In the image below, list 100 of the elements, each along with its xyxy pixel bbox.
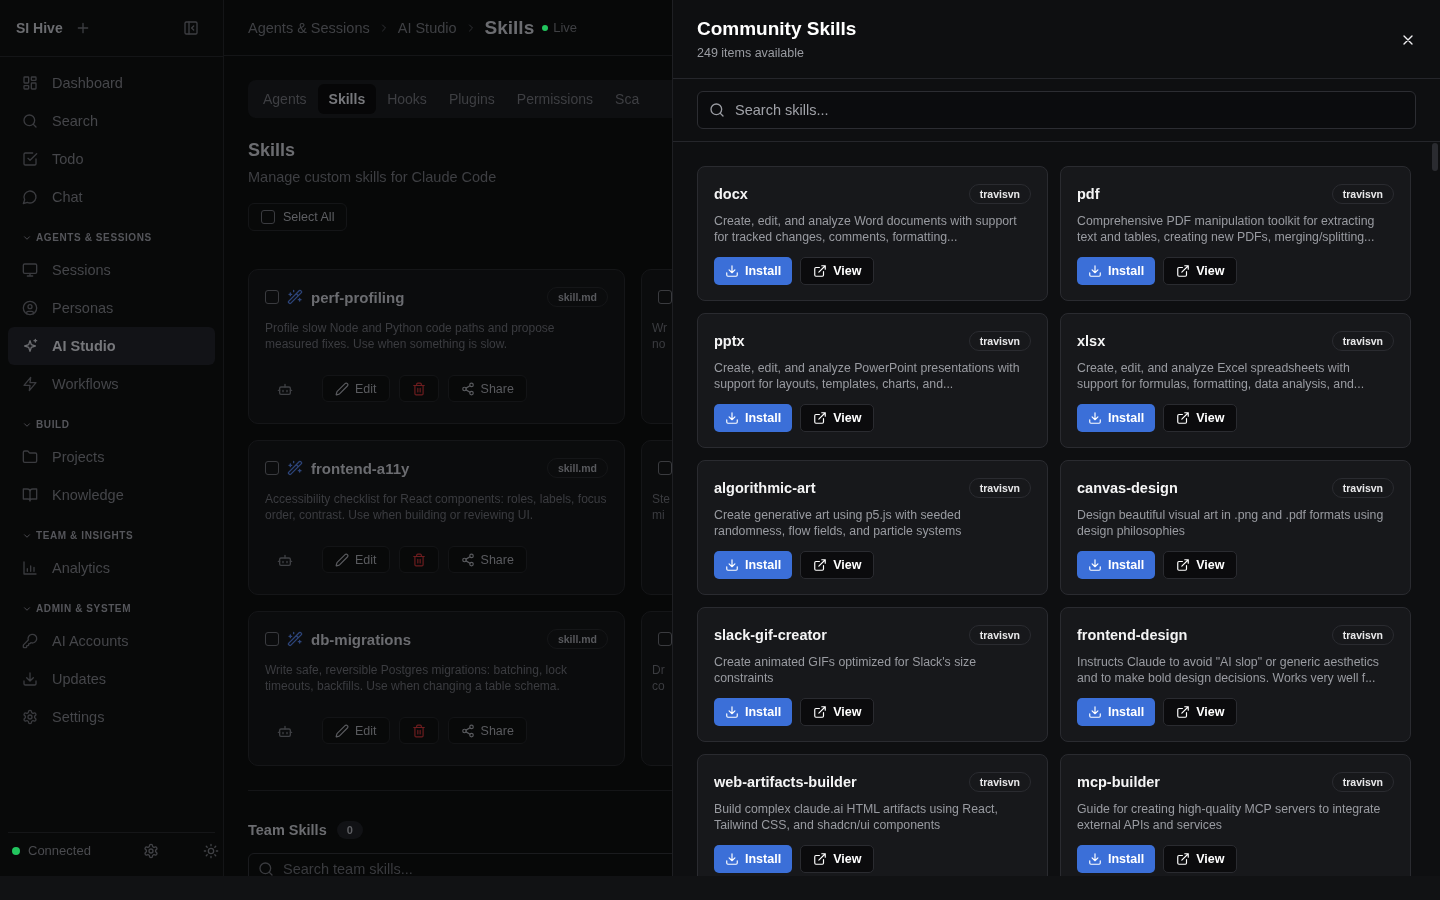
edit-button[interactable]: Edit xyxy=(322,717,390,744)
nav-item[interactable]: Workflows xyxy=(8,365,215,403)
sidebar-toggle-icon[interactable] xyxy=(183,20,199,36)
nav-item[interactable]: Dashboard xyxy=(8,64,215,102)
view-button[interactable]: View xyxy=(1163,698,1238,726)
nav-item[interactable]: AI Studio xyxy=(8,327,215,365)
search-field[interactable]: Search skills... xyxy=(697,91,1416,129)
breadcrumb-link[interactable]: AI Studio xyxy=(397,19,457,36)
install-button[interactable]: Install xyxy=(1077,845,1156,873)
nav-item[interactable]: AI Accounts xyxy=(8,622,215,660)
view-button[interactable]: View xyxy=(1163,551,1238,579)
nav-item[interactable]: Knowledge xyxy=(8,476,215,514)
connection-status: Connected xyxy=(28,843,91,858)
checkbox-icon xyxy=(22,151,38,167)
select-all-button[interactable]: Select All xyxy=(248,203,348,231)
wand-icon xyxy=(287,460,303,476)
folder-icon xyxy=(22,449,38,465)
skill-name: frontend-design xyxy=(1077,627,1188,643)
pencil-icon xyxy=(335,723,349,738)
skill-description: Create generative art using p5.js with seeded randomness, flow fields, and particle systems xyxy=(714,507,963,539)
checkbox[interactable] xyxy=(265,632,279,646)
download-icon xyxy=(1088,852,1102,866)
section-header[interactable]: TEAM & INSIGHTS xyxy=(8,526,215,545)
checkbox[interactable] xyxy=(265,290,279,304)
bar-chart-icon xyxy=(22,560,38,576)
nav-item[interactable]: Sessions xyxy=(8,251,215,289)
tab[interactable]: Skills xyxy=(317,84,377,114)
view-button[interactable]: View xyxy=(800,404,875,432)
sun-icon[interactable] xyxy=(202,842,219,859)
skill-description: Create, edit, and analyze PowerPoint presentations with support for layouts, templates, charts, and... xyxy=(714,360,1021,392)
view-button[interactable]: View xyxy=(800,551,875,579)
share-icon xyxy=(460,381,475,396)
count-badge: 0 xyxy=(336,821,363,839)
edit-button[interactable]: Edit xyxy=(322,375,390,402)
view-button[interactable]: View xyxy=(800,698,875,726)
skill-name: xlsx xyxy=(1077,333,1106,349)
skill-description: Create, edit, and analyze Excel spreadsheets with support for formulas, formatting, data analysis, and... xyxy=(1077,360,1366,392)
install-button[interactable]: Install xyxy=(714,404,793,432)
install-button[interactable]: Install xyxy=(714,698,793,726)
section-subtitle: Manage custom skills for Claude Code xyxy=(248,169,498,185)
delete-button[interactable] xyxy=(398,717,439,744)
install-button[interactable]: Install xyxy=(714,257,793,285)
trash-icon xyxy=(411,381,426,396)
install-button[interactable]: Install xyxy=(714,845,793,873)
external-link-icon xyxy=(813,705,828,719)
trash-icon xyxy=(411,552,426,567)
skill-description: Guide for creating high-quality MCP servers to integrate external APIs and services xyxy=(1077,801,1382,833)
section-header[interactable]: BUILD xyxy=(8,415,215,434)
nav-item[interactable]: Updates xyxy=(8,660,215,698)
nav-item[interactable]: Todo xyxy=(8,140,215,178)
download-icon xyxy=(725,264,739,278)
section-header[interactable]: AGENTS & SESSIONS xyxy=(8,228,215,247)
install-button[interactable]: Install xyxy=(1077,698,1156,726)
skill-name: mcp-builder xyxy=(1077,774,1160,790)
share-button[interactable]: Share xyxy=(447,717,527,744)
wand-icon xyxy=(287,289,303,305)
edit-button[interactable]: Edit xyxy=(322,546,390,573)
skill-description: Comprehensive PDF manipulation toolkit for extracting text and tables, creating new PDFs, merging/splitting... xyxy=(1077,213,1376,245)
breadcrumb-link[interactable]: Agents & Sessions xyxy=(248,19,370,36)
user-icon xyxy=(22,300,38,316)
skill-name: pdf xyxy=(1077,186,1100,202)
share-button[interactable]: Share xyxy=(447,375,527,402)
view-button[interactable]: View xyxy=(1163,845,1238,873)
settings-icon xyxy=(22,709,38,725)
nav-item[interactable]: Chat xyxy=(8,178,215,216)
nav-item[interactable]: Projects xyxy=(8,438,215,476)
nav-item[interactable]: Settings xyxy=(8,698,215,736)
nav-item[interactable]: Analytics xyxy=(8,549,215,587)
install-button[interactable]: Install xyxy=(1077,551,1156,579)
download-icon xyxy=(22,671,38,687)
checkbox[interactable] xyxy=(265,461,279,475)
section-header[interactable]: ADMIN & SYSTEM xyxy=(8,599,215,618)
external-link-icon xyxy=(1176,852,1191,866)
share-button[interactable]: Share xyxy=(447,546,527,573)
settings-icon[interactable] xyxy=(142,842,159,859)
install-button[interactable]: Install xyxy=(714,551,793,579)
download-icon xyxy=(1088,411,1102,425)
page-title: Skills xyxy=(484,16,535,39)
section-title: Team Skills xyxy=(248,822,327,838)
delete-button[interactable] xyxy=(398,375,439,402)
skill-description: Create animated GIFs optimized for Slack's size constraints xyxy=(714,654,978,686)
external-link-icon xyxy=(813,558,828,572)
delete-button[interactable] xyxy=(398,546,439,573)
download-icon xyxy=(725,705,739,719)
checkbox[interactable] xyxy=(261,210,275,224)
view-button[interactable]: View xyxy=(1163,404,1238,432)
view-button[interactable]: View xyxy=(800,845,875,873)
nav-item[interactable]: Personas xyxy=(8,289,215,327)
download-icon xyxy=(1088,705,1102,719)
skill-name: web-artifacts-builder xyxy=(714,774,857,790)
download-icon xyxy=(725,852,739,866)
scrollbar-thumb[interactable] xyxy=(1432,143,1438,171)
install-button[interactable]: Install xyxy=(1077,404,1156,432)
external-link-icon xyxy=(1176,411,1191,425)
nav-item[interactable]: Search xyxy=(8,102,215,140)
skill-name: slack-gif-creator xyxy=(714,627,827,643)
view-button[interactable]: View xyxy=(1163,257,1238,285)
view-button[interactable]: View xyxy=(800,257,875,285)
install-button[interactable]: Install xyxy=(1077,257,1156,285)
download-icon xyxy=(725,411,739,425)
